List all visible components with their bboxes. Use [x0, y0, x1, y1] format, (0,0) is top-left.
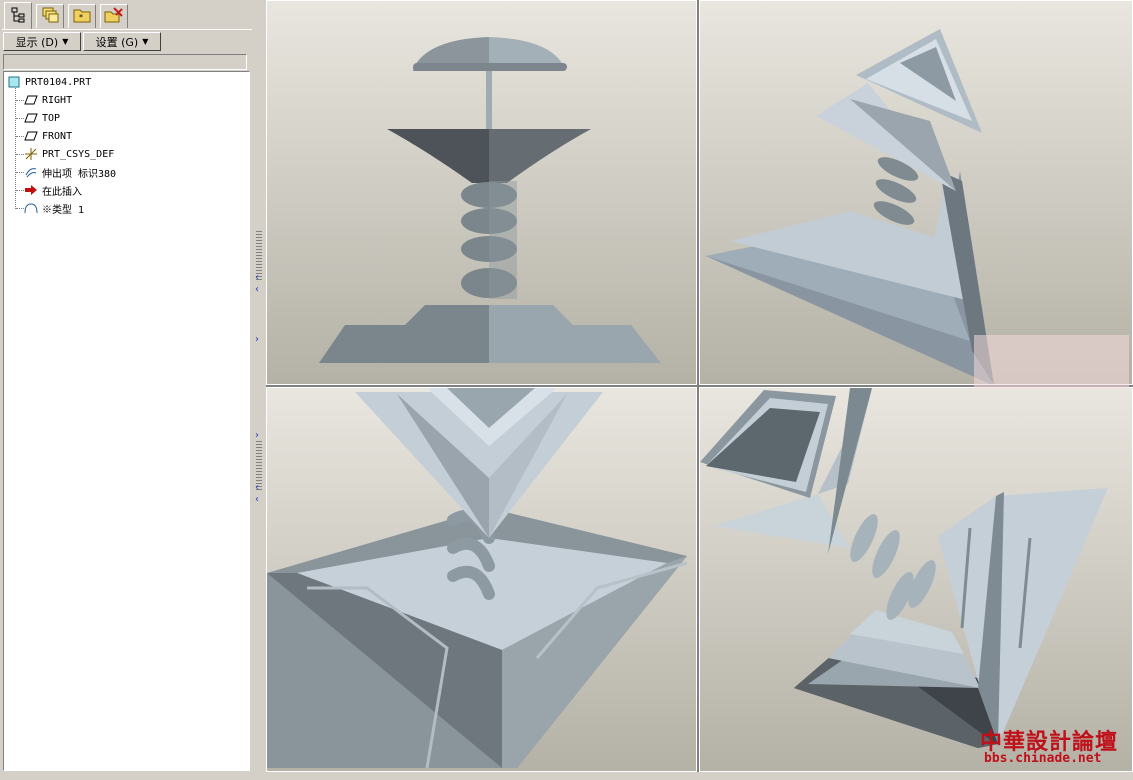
model-tree-icon [10, 7, 26, 26]
insert-here-arrow-icon [24, 183, 38, 197]
favorites-icon [104, 6, 124, 27]
folder-browser-icon: * [73, 6, 91, 27]
viewport-trimetric[interactable] [699, 0, 1133, 385]
tree-item-type[interactable]: ※类型 1 [24, 200, 84, 216]
tree-item-csys[interactable]: PRT_CSYS_DEF [24, 146, 114, 162]
coordinate-system-icon [24, 147, 38, 161]
status-bar [0, 772, 1133, 780]
tab-favorites[interactable] [100, 4, 128, 28]
tabs-divider [2, 29, 252, 30]
model-bottom-view [267, 388, 688, 769]
tree-item-label: ※类型 1 [42, 204, 85, 216]
datum-plane-icon [24, 129, 38, 143]
tree-item-label: TOP [42, 112, 61, 124]
show-menu-button[interactable]: 显示 (D) ▼ [3, 32, 81, 51]
tree-item-label: 在此插入 [42, 186, 82, 198]
tree-filter-field[interactable] [3, 54, 247, 70]
tree-item-label: PRT0104.PRT [25, 76, 92, 88]
datum-plane-icon [24, 93, 38, 107]
collapse-left-icon[interactable]: ‹ [255, 482, 263, 493]
graphics-area[interactable] [266, 0, 1133, 780]
tree-item-label: 伸出项 标识380 [42, 168, 117, 180]
feature-type-icon [24, 201, 38, 215]
chevron-down-icon: ▼ [62, 37, 69, 46]
model-isometric-view [700, 388, 1108, 748]
viewport-bottom-view[interactable] [266, 387, 697, 772]
expand-right-icon[interactable]: › [255, 334, 263, 345]
viewport-isometric[interactable] [699, 387, 1133, 772]
tree-item-right[interactable]: RIGHT [24, 92, 72, 108]
tree-item-top[interactable]: TOP [24, 110, 60, 126]
tree-item-label: RIGHT [42, 94, 73, 106]
model-trimetric-view [706, 29, 994, 384]
model-tree-panel: * 显示 (D) ▼ 设置 (G) ▼ PRT0104.PRT RIGHT TO… [0, 0, 254, 780]
tree-item-root[interactable]: PRT0104.PRT [7, 74, 91, 90]
watermark-logo [974, 335, 1129, 389]
watermark [974, 335, 1129, 389]
svg-text:*: * [79, 13, 83, 22]
part-icon [7, 75, 21, 89]
tab-folder-browser[interactable]: * [68, 4, 96, 28]
show-menu-label: 显示 (D) [15, 35, 59, 49]
tree-item-label: PRT_CSYS_DEF [42, 148, 115, 160]
datum-plane-icon [24, 111, 38, 125]
tree-item-insert-here[interactable]: 在此插入 [24, 182, 82, 198]
panel-splitter[interactable]: ‹ ‹ › › ‹ ‹ [254, 0, 266, 780]
settings-menu-label: 设置 (G) [95, 35, 139, 49]
tab-layers[interactable] [36, 4, 64, 28]
watermark-url: bbs.chinade.net [984, 751, 1102, 766]
tree-item-front[interactable]: FRONT [24, 128, 72, 144]
collapse-left-icon[interactable]: ‹ [255, 284, 263, 295]
tree-item-label: FRONT [42, 130, 73, 142]
collapse-left-icon[interactable]: ‹ [255, 272, 263, 283]
navigator-tabs: * [2, 2, 252, 30]
collapse-left-icon[interactable]: ‹ [255, 494, 263, 505]
model-front-view [319, 37, 661, 363]
tree-item-protrusion[interactable]: 伸出项 标识380 [24, 164, 116, 180]
tab-model-tree[interactable] [4, 2, 32, 30]
protrusion-icon [24, 165, 38, 179]
viewport-front[interactable] [266, 0, 697, 385]
layers-icon [41, 6, 59, 27]
model-tree[interactable]: PRT0104.PRT RIGHT TOP FRONT PRT_CSYS_DEF… [3, 71, 250, 771]
chevron-down-icon: ▼ [142, 37, 149, 46]
settings-menu-button[interactable]: 设置 (G) ▼ [83, 32, 161, 51]
